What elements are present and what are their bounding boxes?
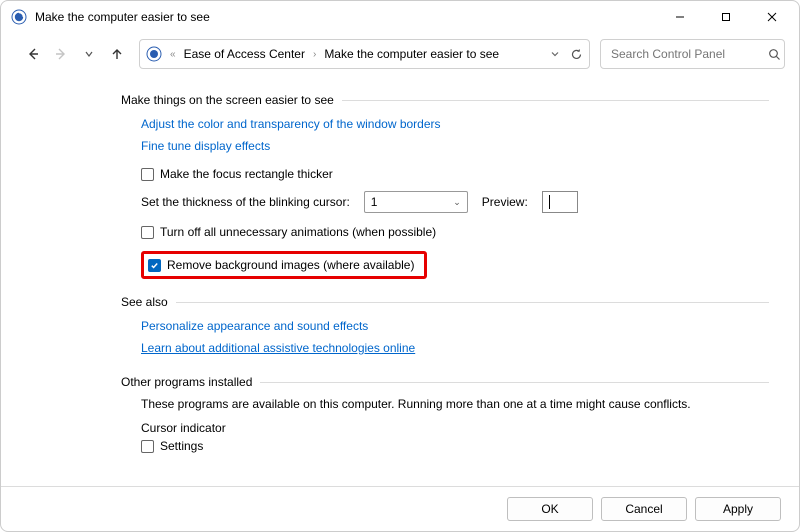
label-cursor-thickness: Set the thickness of the blinking cursor… (141, 195, 350, 209)
maximize-button[interactable] (703, 3, 749, 31)
cursor-preview-box (542, 191, 578, 213)
search-input[interactable] (609, 46, 768, 62)
close-button[interactable] (749, 3, 795, 31)
label-focus-rectangle: Make the focus rectangle thicker (160, 167, 333, 181)
breadcrumb-item-1[interactable]: Ease of Access Center (184, 47, 305, 61)
highlight-remove-background: Remove background images (where availabl… (141, 251, 427, 279)
chevron-down-icon: ⌄ (453, 197, 461, 208)
window: Make the computer easier to see (0, 0, 800, 532)
link-assistive-technologies[interactable]: Learn about additional assistive technol… (141, 341, 415, 355)
refresh-button[interactable] (570, 48, 583, 61)
address-dropdown-icon[interactable] (550, 49, 560, 59)
minimize-button[interactable] (657, 3, 703, 31)
label-preview: Preview: (482, 195, 528, 209)
back-button[interactable] (21, 42, 45, 66)
window-title: Make the computer easier to see (35, 10, 210, 24)
navbar: « Ease of Access Center › Make the compu… (1, 33, 799, 75)
content-area: Make things on the screen easier to see … (1, 75, 799, 486)
other-programs-desc: These programs are available on this com… (141, 397, 769, 411)
cursor-preview-bar (549, 195, 550, 209)
link-fine-tune-display[interactable]: Fine tune display effects (141, 139, 270, 153)
section-make-easier: Make things on the screen easier to see (121, 93, 769, 107)
checkbox-remove-background[interactable] (148, 259, 161, 272)
section-other-programs: Other programs installed (121, 375, 769, 389)
checkbox-turn-off-animations[interactable] (141, 226, 154, 239)
footer: OK Cancel Apply (1, 487, 799, 531)
search-icon (768, 48, 781, 61)
breadcrumb-item-2[interactable]: Make the computer easier to see (324, 47, 499, 61)
checkbox-focus-rectangle[interactable] (141, 168, 154, 181)
chevron-right-icon: › (313, 49, 316, 60)
label-settings: Settings (160, 439, 203, 453)
checkbox-settings[interactable] (141, 440, 154, 453)
search-box[interactable] (600, 39, 785, 69)
ok-button[interactable]: OK (507, 497, 593, 521)
label-turn-off-animations: Turn off all unnecessary animations (whe… (160, 225, 436, 239)
combo-value: 1 (371, 195, 378, 209)
cancel-button[interactable]: Cancel (601, 497, 687, 521)
link-adjust-border-color[interactable]: Adjust the color and transparency of the… (141, 117, 441, 131)
recent-locations-button[interactable] (77, 42, 101, 66)
label-cursor-indicator: Cursor indicator (141, 421, 769, 435)
section-see-also: See also (121, 295, 769, 309)
combo-cursor-thickness[interactable]: 1 ⌄ (364, 191, 468, 213)
link-personalize-appearance[interactable]: Personalize appearance and sound effects (141, 319, 368, 333)
control-panel-icon (146, 46, 162, 62)
up-button[interactable] (105, 42, 129, 66)
titlebar: Make the computer easier to see (1, 1, 799, 33)
app-icon (11, 9, 27, 25)
chevron-left-icon: « (170, 49, 176, 60)
address-bar[interactable]: « Ease of Access Center › Make the compu… (139, 39, 590, 69)
label-remove-background: Remove background images (where availabl… (167, 258, 414, 272)
forward-button[interactable] (49, 42, 73, 66)
apply-button[interactable]: Apply (695, 497, 781, 521)
